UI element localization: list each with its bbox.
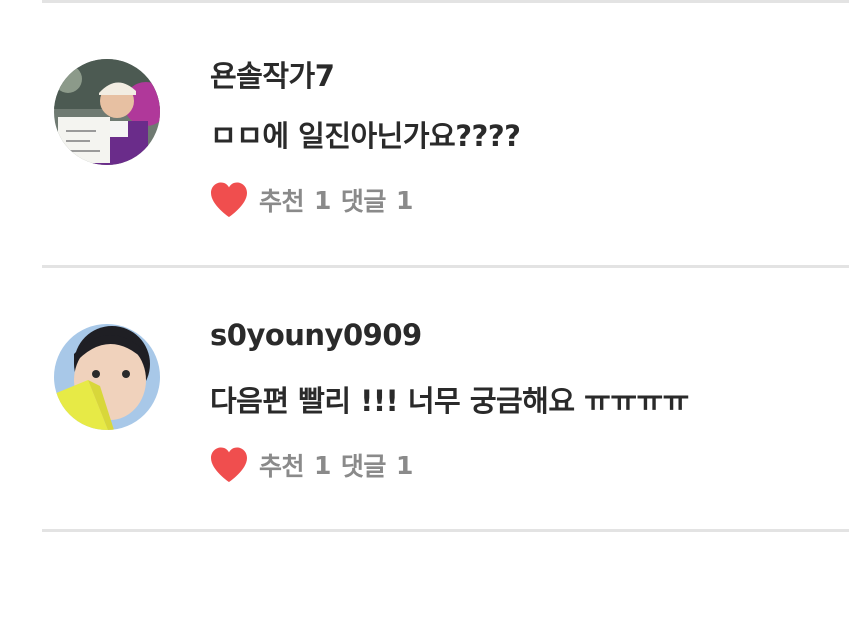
comment-text: ㅁㅁ에 일진아닌가요???? [210,119,521,153]
reply-count: 1 [395,450,413,480]
heart-icon[interactable] [209,181,249,219]
avatar[interactable] [54,59,160,165]
comment-username[interactable]: s0youny0909 [210,318,422,352]
comment-actions: 추천 1 댓글 1 [209,445,413,485]
avatar[interactable] [54,324,160,430]
reply-label[interactable]: 댓글 [341,182,387,218]
heart-icon[interactable] [209,446,249,484]
comment-text: 다음편 빨리 !!! 너무 궁금해요 ㅠㅠㅠㅠ [210,384,689,418]
comment-actions: 추천 1 댓글 1 [209,180,413,220]
like-count: 1 [314,185,331,215]
bottom-divider [42,529,849,532]
comment-item: s0youny0909 다음편 빨리 !!! 너무 궁금해요 ㅠㅠㅠㅠ 추천 1… [0,268,849,530]
reply-label[interactable]: 댓글 [341,447,387,483]
comment-item: 욘솔작가7 ㅁㅁ에 일진아닌가요???? 추천 1 댓글 1 [0,3,849,265]
avatar-photo [54,324,160,430]
like-label[interactable]: 추천 [259,447,305,483]
comment-username[interactable]: 욘솔작가7 [210,53,335,95]
avatar-photo [54,59,160,165]
like-label[interactable]: 추천 [259,182,305,218]
like-count: 1 [314,450,331,480]
reply-count: 1 [395,185,413,215]
